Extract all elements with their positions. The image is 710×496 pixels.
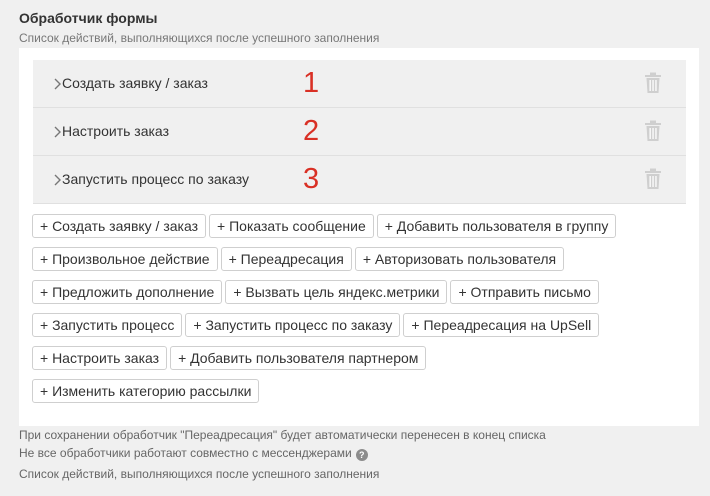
redirect-note: При сохранении обработчик "Переадресация… — [19, 428, 546, 442]
annotation-number: 3 — [303, 163, 320, 195]
action-label: Создать заявку / заказ — [62, 75, 208, 91]
action-list: Создать заявку / заказ 1 Настроить заказ… — [33, 60, 686, 204]
add-start-process-button[interactable]: + Запустить процесс — [32, 313, 183, 337]
action-row-configure-order[interactable]: Настроить заказ 2 — [33, 108, 686, 156]
add-send-email-button[interactable]: + Отправить письмо — [450, 280, 599, 304]
add-offer-addon-button[interactable]: + Предложить дополнение — [32, 280, 223, 304]
button-row: + Произвольное действие + Переадресация + … — [32, 247, 672, 280]
page-subtitle: Список действий, выполняющихся после усп… — [19, 31, 380, 45]
trash-icon[interactable] — [643, 120, 663, 142]
add-upsell-redirect-button[interactable]: + Переадресация на UpSell — [403, 313, 600, 337]
button-row: + Запустить процесс + Запустить процесс п… — [32, 313, 672, 346]
footer-note: Список действий, выполняющихся после усп… — [19, 467, 380, 481]
add-change-mailing-category-button[interactable]: + Изменить категорию рассылки — [32, 379, 260, 403]
action-label: Настроить заказ — [62, 123, 169, 139]
action-label: Запустить процесс по заказу — [62, 171, 249, 187]
action-row-create-order[interactable]: Создать заявку / заказ 1 — [33, 60, 686, 108]
add-create-order-button[interactable]: + Создать заявку / заказ — [32, 214, 207, 238]
annotation-number: 1 — [303, 67, 320, 99]
button-row: + Создать заявку / заказ + Показать сообщ… — [32, 214, 672, 247]
chevron-right-icon[interactable] — [52, 77, 62, 91]
chevron-right-icon[interactable] — [52, 125, 62, 139]
chevron-right-icon[interactable] — [52, 173, 62, 187]
button-row: + Предложить дополнение + Вызвать цель ян… — [32, 280, 672, 313]
trash-icon[interactable] — [643, 72, 663, 94]
add-user-to-group-button[interactable]: + Добавить пользователя в группу — [376, 214, 617, 238]
trash-icon[interactable] — [643, 168, 663, 190]
add-action-buttons: + Создать заявку / заказ + Показать сообщ… — [32, 214, 672, 412]
add-start-order-process-button[interactable]: + Запустить процесс по заказу — [185, 313, 401, 337]
add-authorize-user-button[interactable]: + Авторизовать пользователя — [354, 247, 565, 271]
add-partner-user-button[interactable]: + Добавить пользователя партнером — [170, 346, 427, 370]
add-show-message-button[interactable]: + Показать сообщение — [209, 214, 374, 238]
messenger-note: Не все обработчики работают совместно с … — [19, 446, 352, 460]
button-row: + Изменить категорию рассылки — [32, 379, 672, 412]
handler-panel: Создать заявку / заказ 1 Настроить заказ… — [19, 48, 699, 426]
add-metrika-goal-button[interactable]: + Вызвать цель яндекс.метрики — [225, 280, 448, 304]
annotation-number: 2 — [303, 115, 320, 147]
button-row: + Настроить заказ + Добавить пользователя… — [32, 346, 672, 379]
add-custom-action-button[interactable]: + Произвольное действие — [32, 247, 218, 271]
page-title: Обработчик формы — [19, 10, 158, 26]
add-redirect-button[interactable]: + Переадресация — [220, 247, 352, 271]
messenger-note-line: Не все обработчики работают совместно с … — [19, 446, 368, 461]
question-circle-icon[interactable]: ? — [355, 449, 368, 461]
action-row-start-order-process[interactable]: Запустить процесс по заказу 3 — [33, 156, 686, 204]
add-configure-order-button[interactable]: + Настроить заказ — [32, 346, 168, 370]
